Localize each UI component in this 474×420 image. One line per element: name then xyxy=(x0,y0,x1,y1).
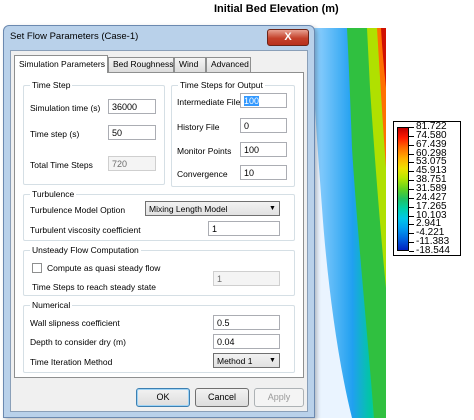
legend-color-bar xyxy=(397,127,409,251)
simulation-time-label: Simulation time (s) xyxy=(30,103,101,113)
numerical-group-title: Numerical xyxy=(30,300,73,310)
apply-button[interactable]: Apply xyxy=(254,388,304,407)
time-step-group: Time Step Simulation time (s) 36000 Time… xyxy=(23,80,165,185)
unsteady-flow-group: Unsteady Flow Computation Compute as qua… xyxy=(23,245,295,296)
turbulence-group-title: Turbulence xyxy=(30,189,77,199)
legend-label: -18.544 xyxy=(416,245,450,256)
legend-tick xyxy=(409,180,414,182)
intermediate-file-label: Intermediate File xyxy=(177,97,241,107)
turbulence-model-label: Turbulence Model Option xyxy=(30,205,126,215)
dialog-title: Set Flow Parameters (Case-1) xyxy=(10,31,139,42)
legend-tick xyxy=(409,171,414,173)
steady-state-steps-input: 1 xyxy=(213,271,280,286)
legend-tick xyxy=(409,153,414,155)
dialog-client-area: Simulation Parameters Bed Roughness Wind… xyxy=(10,50,308,412)
turbulence-group: Turbulence Turbulence Model Option Mixin… xyxy=(23,189,295,241)
unsteady-flow-group-title: Unsteady Flow Computation xyxy=(30,245,141,255)
legend-tick xyxy=(409,251,414,252)
time-iteration-value: Method 1 xyxy=(217,356,253,366)
legend-tick xyxy=(409,144,414,146)
close-icon: X xyxy=(284,31,292,43)
turbulent-viscosity-input[interactable]: 1 xyxy=(208,221,280,236)
chevron-down-icon: ▼ xyxy=(269,205,276,212)
turbulence-model-value: Mixing Length Model xyxy=(149,204,228,214)
map-title: Initial Bed Elevation (m) xyxy=(214,3,339,15)
chevron-down-icon: ▼ xyxy=(269,357,276,364)
time-step-input[interactable]: 50 xyxy=(108,125,156,140)
tab-simulation-parameters[interactable]: Simulation Parameters xyxy=(14,55,108,73)
legend-tick xyxy=(409,224,414,226)
quasi-steady-checkbox[interactable] xyxy=(32,263,42,273)
time-iteration-select[interactable]: Method 1 ▼ xyxy=(213,353,280,368)
screen: Initial Bed Elevation (m) 81.722 74.580 … xyxy=(0,0,474,420)
wall-slipness-label: Wall slipness coefficient xyxy=(30,318,120,328)
turbulence-model-select[interactable]: Mixing Length Model ▼ xyxy=(145,201,280,216)
total-time-steps-field: 720 xyxy=(108,156,156,171)
ok-button[interactable]: OK xyxy=(136,388,190,407)
cancel-button[interactable]: Cancel xyxy=(195,388,249,407)
legend-tick xyxy=(409,206,414,208)
monitor-points-label: Monitor Points xyxy=(177,146,232,156)
monitor-points-input[interactable]: 100 xyxy=(240,142,287,157)
depth-dry-label: Depth to consider dry (m) xyxy=(30,337,126,347)
tab-advanced[interactable]: Advanced xyxy=(206,57,251,72)
dialog-titlebar[interactable]: Set Flow Parameters (Case-1) X xyxy=(4,26,314,50)
simulation-parameters-panel: Time Step Simulation time (s) 36000 Time… xyxy=(14,72,304,378)
numerical-group: Numerical Wall slipness coefficient 0.5 … xyxy=(23,300,295,373)
intermediate-file-value: 100 xyxy=(244,96,260,106)
tab-bed-roughness[interactable]: Bed Roughness xyxy=(108,57,174,72)
legend-tick xyxy=(409,127,414,128)
convergence-input[interactable]: 10 xyxy=(240,165,287,180)
quasi-steady-label: Compute as quasi steady flow xyxy=(47,263,161,273)
history-file-label: History File xyxy=(177,122,220,132)
output-steps-group-title: Time Steps for Output xyxy=(178,80,265,90)
time-step-label: Time step (s) xyxy=(30,129,80,139)
convergence-label: Convergence xyxy=(177,169,228,179)
depth-dry-input[interactable]: 0.04 xyxy=(213,334,280,349)
legend-tick xyxy=(409,197,414,199)
time-step-group-title: Time Step xyxy=(30,80,73,90)
turbulent-viscosity-label: Turbulent viscosity coefficient xyxy=(30,225,141,235)
close-button[interactable]: X xyxy=(267,29,309,46)
simulation-time-input[interactable]: 36000 xyxy=(108,99,156,114)
legend-tick xyxy=(409,162,414,164)
tab-wind[interactable]: Wind xyxy=(174,57,206,72)
legend-tick xyxy=(409,215,414,217)
legend-tick xyxy=(409,233,414,235)
steady-state-steps-label: Time Steps to reach steady state xyxy=(32,282,156,292)
intermediate-file-input[interactable]: 100 xyxy=(240,93,287,108)
color-legend: 81.722 74.580 67.439 60.298 53.075 45.913 38.7… xyxy=(393,121,461,256)
total-time-steps-label: Total Time Steps xyxy=(30,160,93,170)
history-file-input[interactable]: 0 xyxy=(240,118,287,133)
time-iteration-label: Time Iteration Method xyxy=(30,357,113,367)
set-flow-parameters-dialog: Set Flow Parameters (Case-1) X Simulatio… xyxy=(3,25,315,418)
output-steps-group: Time Steps for Output Intermediate File … xyxy=(171,80,295,187)
legend-tick xyxy=(409,189,414,190)
wall-slipness-input[interactable]: 0.5 xyxy=(213,315,280,330)
legend-tick xyxy=(409,242,414,244)
legend-tick xyxy=(409,135,414,137)
